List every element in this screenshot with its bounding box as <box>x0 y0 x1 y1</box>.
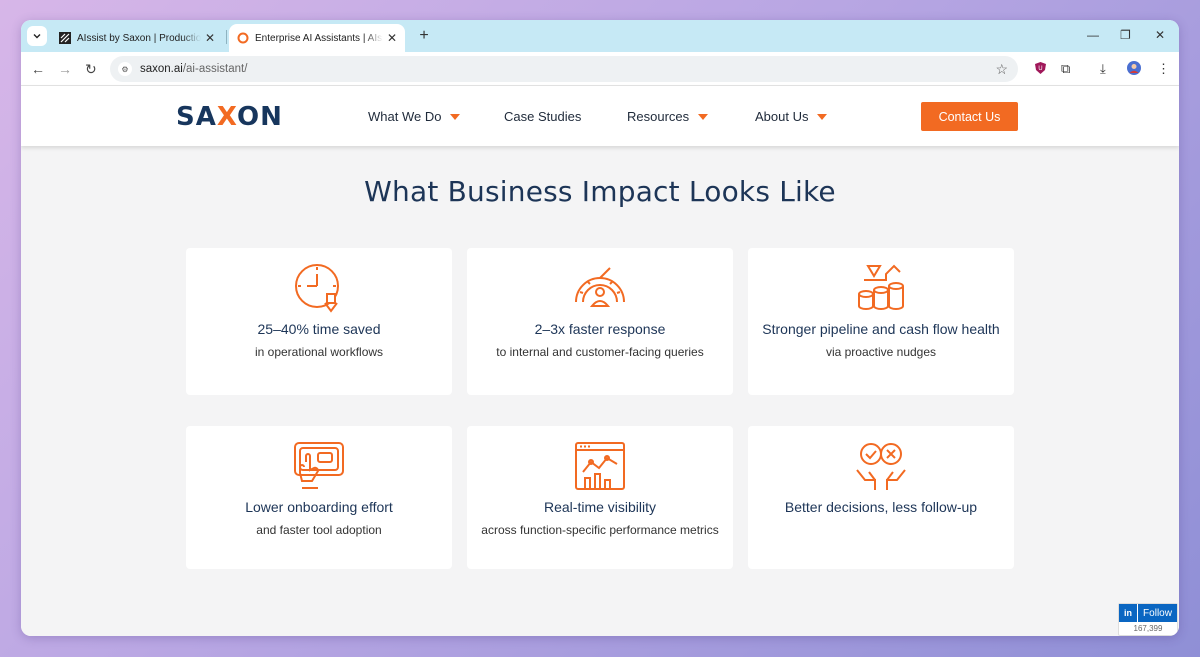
follower-count: 167,399 <box>1133 624 1163 633</box>
url-host: saxon.ai <box>140 63 183 75</box>
new-tab-plus-icon[interactable]: + <box>414 26 434 46</box>
nav-label: Resources <box>627 109 690 124</box>
logo-text: X <box>216 102 237 132</box>
speedometer-person-icon <box>575 267 625 307</box>
nav-case-studies[interactable]: Case Studies <box>504 109 581 124</box>
section-heading: What Business Impact Looks Like <box>364 175 836 208</box>
card-subtitle: and faster tool adoption <box>256 523 382 537</box>
tab-bar: AIssist by Saxon | Production | S ✕ Ente… <box>21 20 1179 52</box>
more-menu-icon[interactable]: ⋮ <box>1157 61 1170 77</box>
saxon-logo[interactable]: SAXON <box>176 102 283 132</box>
card-subtitle: via proactive nudges <box>825 345 937 359</box>
nav-label: Case Studies <box>504 109 582 124</box>
reload-icon[interactable]: ↻ <box>85 61 97 77</box>
nav-label: About Us <box>755 109 809 124</box>
analytics-chart-icon <box>575 442 625 490</box>
chevron-down-icon <box>33 34 41 39</box>
card-subtitle: in operational workflows <box>254 345 384 359</box>
minimize-icon[interactable]: — <box>1087 28 1099 42</box>
close-window-icon[interactable]: ✕ <box>1155 28 1165 42</box>
url-text: saxon.ai/ai-assistant/ <box>140 63 247 75</box>
svg-text:U: U <box>1038 65 1042 72</box>
card-title: 25–40% time saved <box>257 321 381 337</box>
address-bar[interactable]: ⚙ saxon.ai/ai-assistant/ ☆ <box>110 56 1018 82</box>
caret-down-icon <box>698 113 709 120</box>
tab-title: Enterprise AI Assistants | AIssist <box>255 32 383 44</box>
caret-down-icon <box>450 113 461 120</box>
web-page: SAXON What We Do Case Studies Resources … <box>21 86 1179 636</box>
card-title: Better decisions, less follow-up <box>784 499 978 515</box>
download-icon[interactable]: ⤓ <box>1100 61 1106 77</box>
impact-card: Real-time visibility across function-spe… <box>467 426 733 569</box>
browser-toolbar: ← → ↻ ⚙ saxon.ai/ai-assistant/ ☆ U ⧉ ⤓ ⋮ <box>21 52 1179 86</box>
impact-card: Lower onboarding effort and faster tool … <box>186 426 452 569</box>
back-arrow-icon[interactable]: ← <box>31 61 45 77</box>
site-info-icon[interactable]: ⚙ <box>118 62 132 76</box>
card-title: Real-time visibility <box>543 499 657 515</box>
card-title: Stronger pipeline and cash flow health <box>762 321 1000 337</box>
nav-what-we-do[interactable]: What We Do <box>368 109 461 124</box>
tab-title: AIssist by Saxon | Production | S <box>77 32 201 44</box>
hand-screen-icon <box>294 442 344 489</box>
nav-about-us[interactable]: About Us <box>755 109 828 124</box>
tab-search-button[interactable] <box>27 26 47 46</box>
contact-us-button[interactable]: Contact Us <box>921 102 1018 131</box>
profile-avatar-icon[interactable] <box>1127 61 1141 78</box>
tab-separator <box>226 30 227 44</box>
linkedin-icon: in <box>1119 604 1137 622</box>
logo-text: ON <box>236 102 283 132</box>
card-subtitle: across function-specific performance met… <box>481 523 719 537</box>
nav-label: What We Do <box>368 109 442 124</box>
close-tab-icon[interactable]: ✕ <box>387 31 397 45</box>
rocket-coins-icon <box>858 264 904 310</box>
logo-text: SA <box>176 102 217 132</box>
close-tab-icon[interactable]: ✕ <box>205 31 215 45</box>
site-favicon-icon <box>59 32 71 44</box>
url-path: /ai-assistant/ <box>182 63 248 75</box>
forward-arrow-icon[interactable]: → <box>58 61 72 77</box>
restore-icon[interactable]: ❐ <box>1120 28 1131 42</box>
impact-card: 25–40% time saved in operational workflo… <box>186 248 452 395</box>
site-header: SAXON What We Do Case Studies Resources … <box>21 86 1179 146</box>
caret-down-icon <box>817 113 828 120</box>
tab-enterprise-ai-assistants[interactable]: Enterprise AI Assistants | AIssist ✕ <box>229 24 405 52</box>
nav-resources[interactable]: Resources <box>627 109 709 124</box>
extensions-puzzle-icon[interactable]: ⧉ <box>1061 61 1070 77</box>
tab-aissist-production[interactable]: AIssist by Saxon | Production | S ✕ <box>51 24 223 52</box>
browser-window: AIssist by Saxon | Production | S ✕ Ente… <box>21 20 1179 636</box>
bookmark-star-icon[interactable]: ☆ <box>995 61 1008 78</box>
clock-down-icon <box>295 264 339 313</box>
saxon-favicon-icon <box>237 32 249 44</box>
linkedin-follow-button[interactable]: Follow <box>1138 604 1177 622</box>
linkedin-follow-widget[interactable]: in Follow 167,399 <box>1118 603 1178 636</box>
impact-card: Stronger pipeline and cash flow health v… <box>748 248 1014 395</box>
card-subtitle: to internal and customer-facing queries <box>496 345 704 359</box>
impact-card: 2–3x faster response to internal and cus… <box>467 248 733 395</box>
card-title: Lower onboarding effort <box>245 499 393 515</box>
card-title: 2–3x faster response <box>534 321 666 337</box>
impact-card: Better decisions, less follow-up <box>748 426 1014 569</box>
hands-decision-icon <box>856 443 906 490</box>
extension-shield-icon[interactable]: U <box>1034 61 1047 78</box>
